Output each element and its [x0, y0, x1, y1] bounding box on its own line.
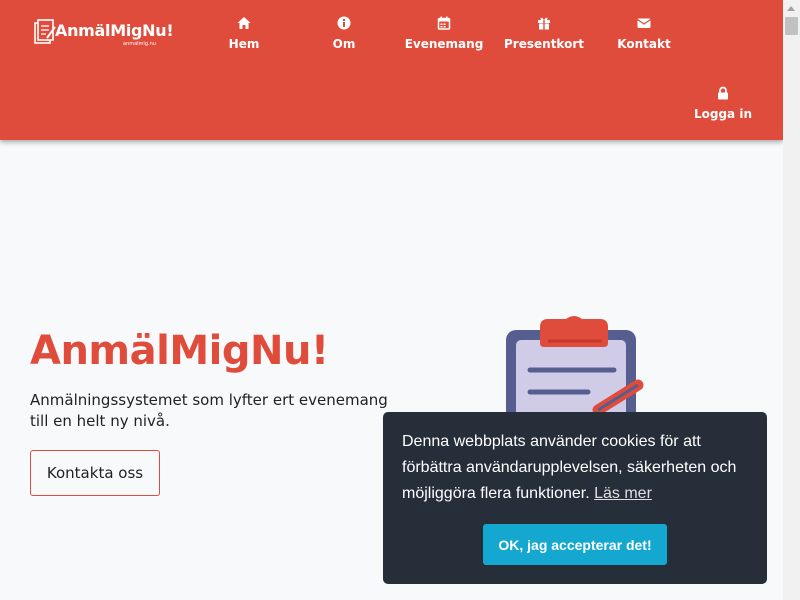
nav-item-label: Kontakt — [617, 37, 671, 51]
contact-us-button[interactable]: Kontakta oss — [30, 450, 160, 496]
cookie-consent-banner: Denna webbplats använder cookies för att… — [383, 412, 767, 584]
home-icon — [237, 16, 251, 30]
nav-item-logga-in[interactable]: Logga in — [668, 86, 778, 121]
nav-item-label: Evenemang — [404, 37, 484, 51]
hero-title: AnmälMigNu! — [30, 328, 329, 374]
nav-item-label: Logga in — [693, 107, 752, 121]
clipboard-pencil-icon — [506, 316, 644, 420]
cookie-message-container: Denna webbplats använder cookies för att… — [402, 429, 752, 507]
logo-text: AnmälMigNu! — [55, 21, 174, 40]
lock-icon — [716, 86, 730, 100]
nav-item-evenemang[interactable]: Evenemang — [389, 16, 499, 51]
nav-item-label: Om — [332, 37, 356, 51]
cookie-message: Denna webbplats använder cookies för att… — [402, 433, 737, 502]
nav-item-presentkort[interactable]: Presentkort — [489, 16, 599, 51]
page-scrollbar[interactable] — [783, 0, 800, 600]
gift-icon — [537, 16, 551, 30]
site-logo[interactable]: AnmälMigNu! anmalmig.nu — [33, 18, 174, 52]
logo-document-icon — [34, 19, 56, 44]
scrollbar-thumb[interactable] — [785, 17, 798, 35]
nav-item-label: Presentkort — [504, 37, 584, 51]
hero-tagline: Anmälningssystemet som lyfter ert evenem… — [30, 391, 388, 430]
nav-item-om[interactable]: Om — [289, 16, 399, 51]
site-header: AnmälMigNu! anmalmig.nu Hem Om Evenemang… — [0, 0, 783, 140]
scroll-up-arrow-icon[interactable] — [783, 0, 800, 17]
nav-item-label: Hem — [228, 37, 260, 51]
calendar-icon — [437, 16, 451, 30]
nav-item-hem[interactable]: Hem — [189, 16, 299, 51]
accept-cookies-button[interactable]: OK, jag accepterar det! — [483, 524, 667, 565]
envelope-icon — [637, 16, 651, 30]
nav-item-kontakt[interactable]: Kontakt — [589, 16, 699, 51]
info-icon — [337, 16, 351, 30]
read-more-link[interactable]: Läs mer — [594, 485, 652, 502]
logo-domain: anmalmig.nu — [123, 41, 156, 47]
